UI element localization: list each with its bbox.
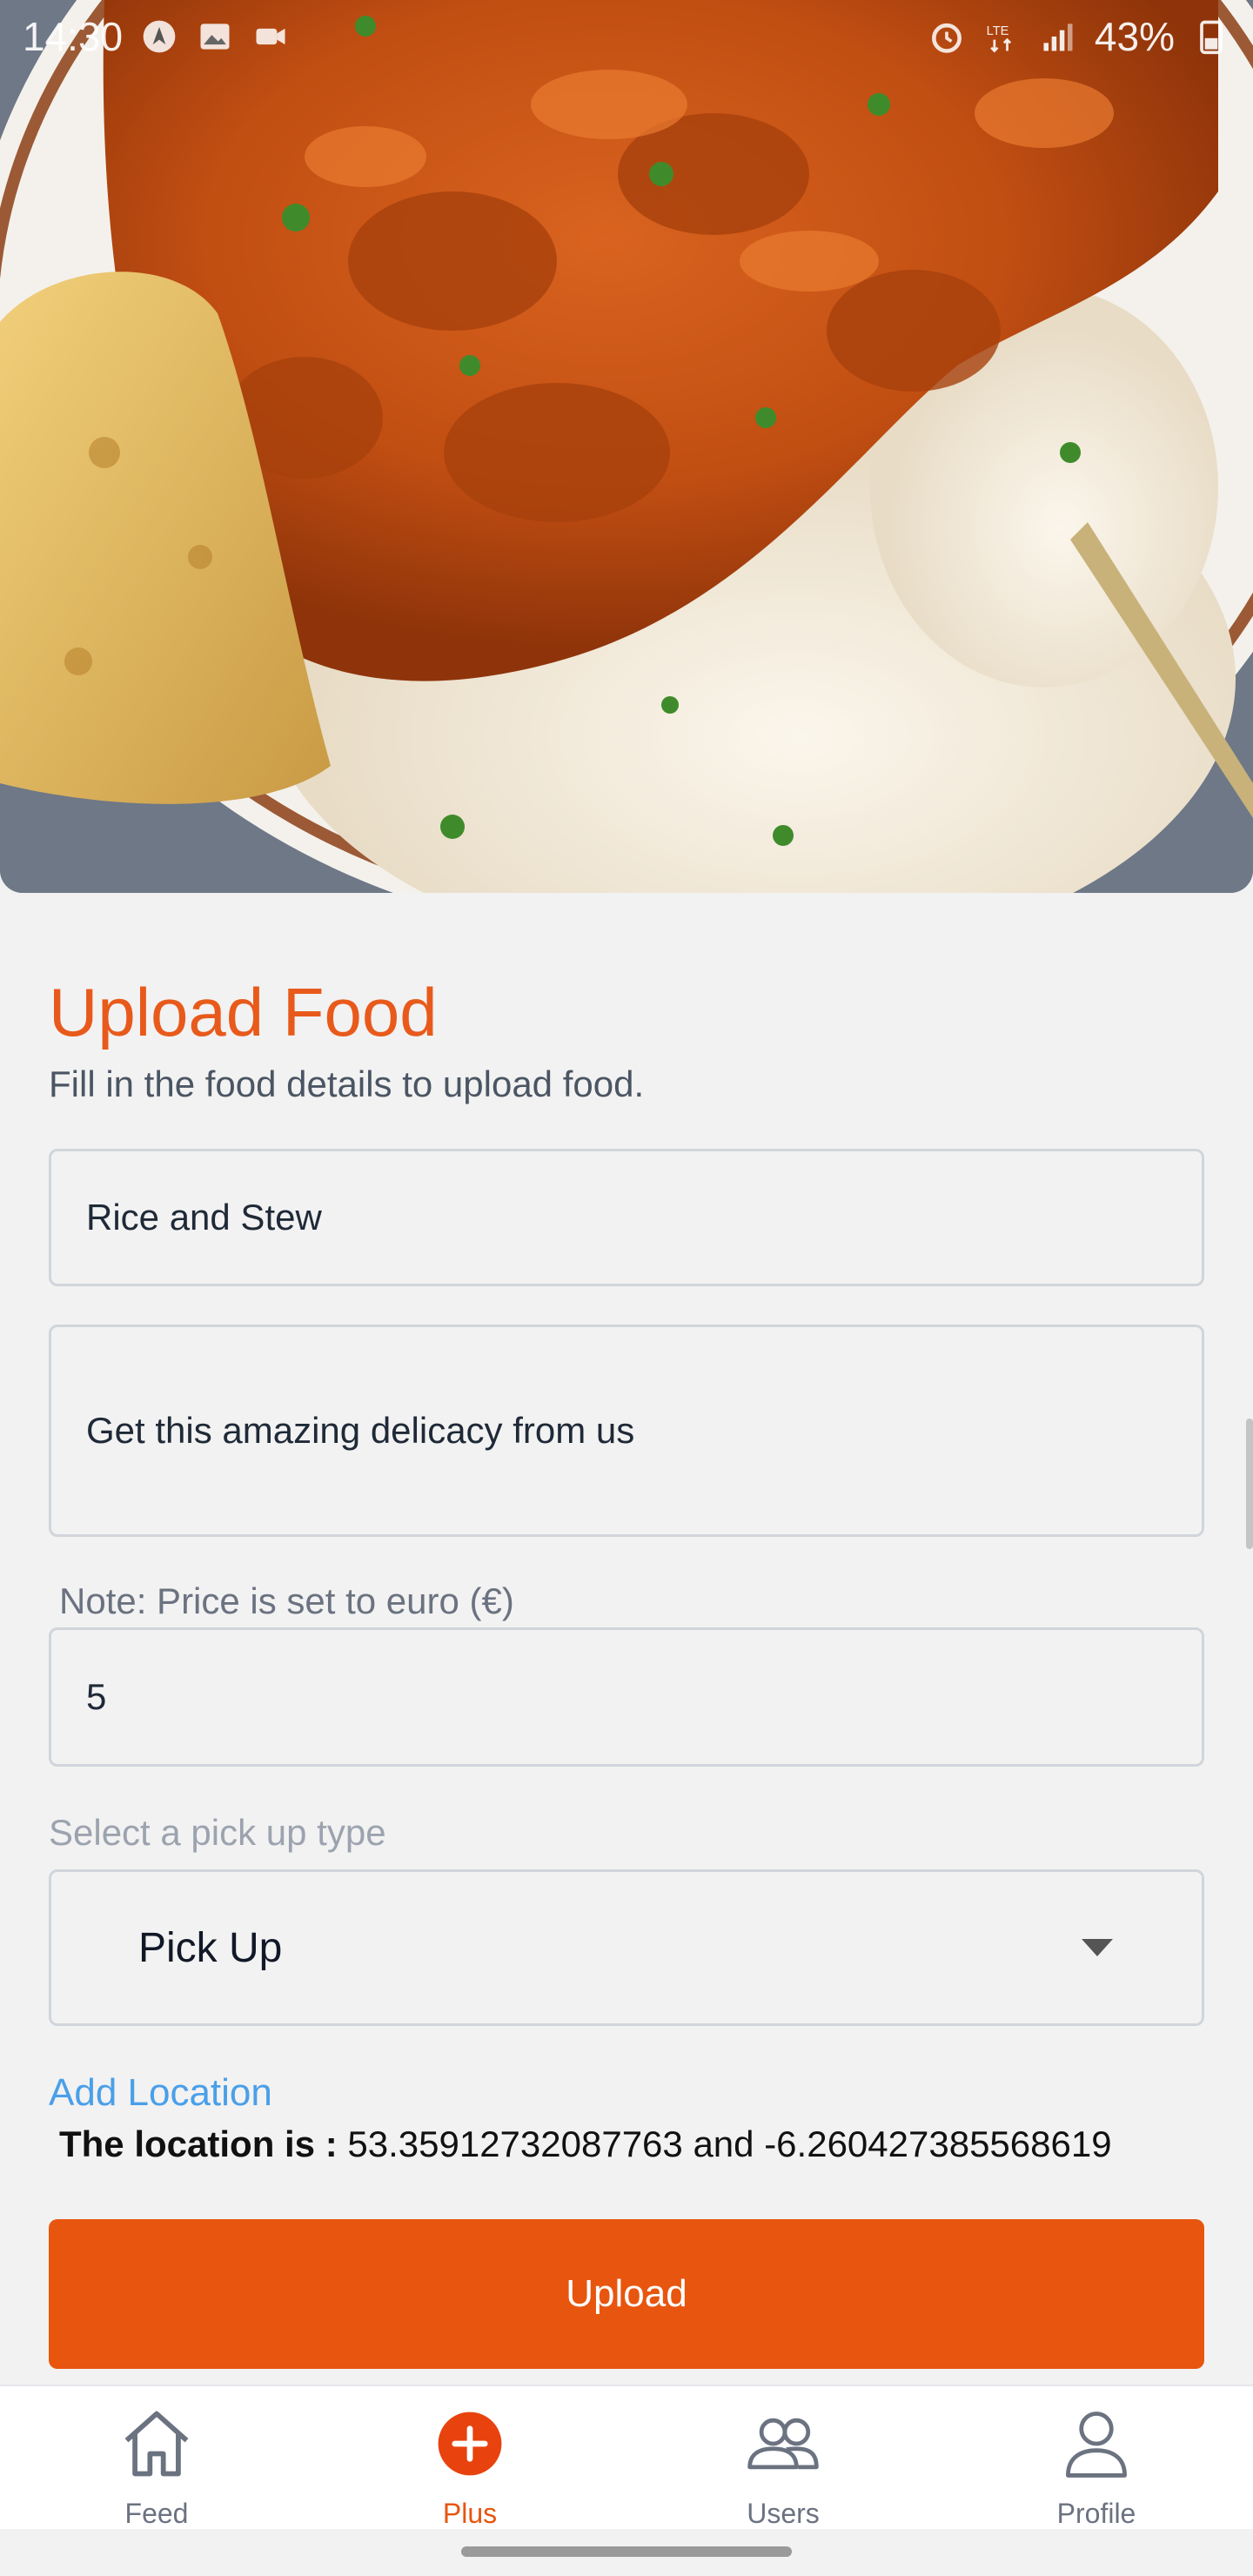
- location-coordinates: 53.35912732087763 and -6.260427385568619: [347, 2123, 1112, 2164]
- food-description-input[interactable]: Get this amazing delicacy from us: [49, 1325, 1204, 1537]
- battery-percentage: 43%: [1094, 14, 1175, 59]
- status-time: 14:30: [23, 14, 124, 59]
- home-icon: [117, 2404, 197, 2484]
- food-name-input[interactable]: Rice and Stew: [49, 1149, 1204, 1286]
- nav-item-plus[interactable]: Plus: [313, 2386, 626, 2530]
- pickup-type-select[interactable]: Pick Up: [49, 1869, 1204, 2026]
- price-input[interactable]: 5: [49, 1627, 1204, 1767]
- price-note: Note: Price is set to euro (€): [59, 1580, 514, 1621]
- nav-item-profile[interactable]: Profile: [940, 2386, 1253, 2530]
- nav-item-feed[interactable]: Feed: [0, 2386, 313, 2530]
- caret-down-icon: [1080, 1937, 1115, 1958]
- pickup-type-label: Select a pick up type: [49, 1812, 386, 1853]
- scrollbar[interactable]: [1246, 1419, 1253, 1549]
- svg-text:LTE: LTE: [987, 24, 1009, 38]
- nav-label-profile: Profile: [1056, 2498, 1136, 2529]
- food-photo: [0, 0, 1253, 893]
- profile-icon: [1056, 2404, 1136, 2484]
- nav-label-plus: Plus: [442, 2498, 498, 2529]
- navigation-icon: [140, 17, 178, 56]
- location-text: The location is : 53.35912732087763 and …: [59, 2123, 1112, 2165]
- food-name-value: Rice and Stew: [86, 1197, 322, 1238]
- nav-label-feed: Feed: [124, 2498, 189, 2529]
- plus-circle-icon: [430, 2404, 510, 2484]
- users-icon: [743, 2404, 823, 2484]
- bottom-navigation: Feed Plus Users Profile: [0, 2385, 1253, 2529]
- food-description-value: Get this amazing delicacy from us: [86, 1410, 635, 1451]
- status-bar: 14:30 LTE 43%: [0, 0, 1253, 73]
- page-title: Upload Food: [49, 974, 438, 1050]
- alarm-icon: [928, 17, 966, 56]
- battery-icon: [1192, 17, 1230, 56]
- home-indicator[interactable]: [461, 2546, 792, 2557]
- gallery-icon: [196, 17, 234, 56]
- pickup-type-value: Pick Up: [138, 1924, 283, 1971]
- nav-item-users[interactable]: Users: [626, 2386, 940, 2530]
- upload-button[interactable]: Upload: [49, 2219, 1204, 2369]
- nav-label-users: Users: [747, 2498, 820, 2529]
- price-value: 5: [86, 1676, 107, 1717]
- lte-icon: LTE: [983, 17, 1022, 56]
- video-icon: [251, 17, 290, 56]
- page-subtitle: Fill in the food details to upload food.: [49, 1063, 645, 1104]
- signal-icon: [1039, 17, 1077, 56]
- location-prefix: The location is :: [59, 2123, 338, 2164]
- add-location-link[interactable]: Add Location: [49, 2071, 272, 2115]
